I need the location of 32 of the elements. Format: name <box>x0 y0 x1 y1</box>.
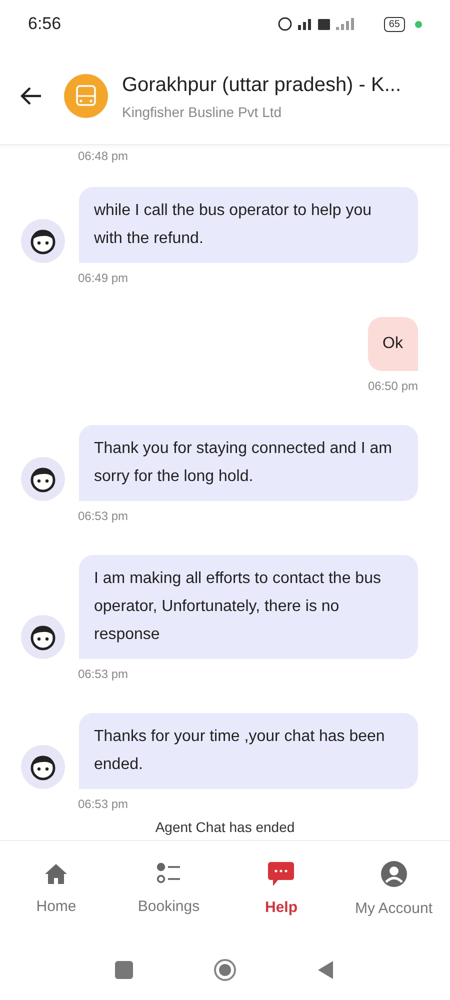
nav-tab[interactable]: My Account <box>338 841 450 940</box>
message-time: 06:48 pm <box>77 148 130 165</box>
battery-indicator: 65 <box>384 16 405 32</box>
recents-button[interactable] <box>115 961 133 979</box>
home-button-icon[interactable] <box>213 958 237 982</box>
nav-tab[interactable]: Bookings <box>112 841 225 940</box>
message-time: 06:49 pm <box>77 270 130 287</box>
message-time: 06:53 pm <box>77 508 130 525</box>
nav-tab[interactable]: Home <box>0 841 112 940</box>
back-button-icon[interactable] <box>317 960 335 980</box>
message-time: 06:53 pm <box>77 796 130 813</box>
nav-tab[interactable]: Help <box>225 841 338 940</box>
agent-avatar-icon <box>21 219 65 263</box>
chat-subtitle: Kingfisher Busline Pvt Ltd <box>122 102 283 122</box>
agent-avatar-icon <box>21 457 65 501</box>
chat-bubble-icon <box>267 861 296 888</box>
agent-message: while I call the bus operator to help you with the refund. <box>79 187 418 263</box>
bus-logo-icon <box>64 74 108 118</box>
message-time: 06:53 pm <box>77 666 130 683</box>
home-icon <box>43 862 70 886</box>
chat-ended-notice: Agent Chat has ended <box>154 818 296 837</box>
agent-avatar-icon <box>21 615 65 659</box>
chat-title: Gorakhpur (uttar pradesh) - K... <box>122 72 402 98</box>
back-arrow-icon[interactable] <box>20 86 42 106</box>
agent-message: Thanks for your time ,your chat has been ended. <box>79 713 418 789</box>
status-time: 6:56 <box>28 13 62 36</box>
message-time: 06:50 pm <box>368 378 418 395</box>
account-icon <box>380 860 408 888</box>
user-message: Ok <box>368 317 418 371</box>
agent-message: Thank you for staying connected and I am sorry for the long hold. <box>79 425 418 501</box>
agent-message: I am making all efforts to contact the bus operator, Unfortunately, there is no response <box>79 555 418 659</box>
agent-avatar-icon <box>21 745 65 789</box>
